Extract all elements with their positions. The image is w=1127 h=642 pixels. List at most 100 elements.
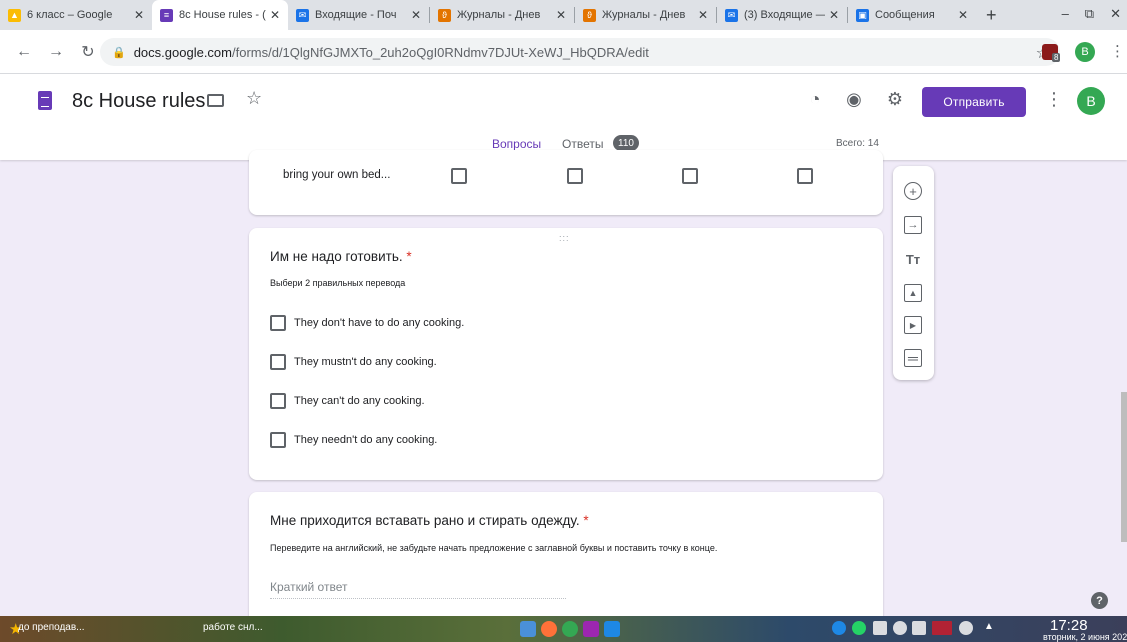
add-question-icon[interactable]: +: [904, 182, 922, 200]
option-label: They mustn't do any cooking.: [294, 356, 437, 368]
tray-expand-icon[interactable]: ▲: [984, 621, 994, 632]
taskbar-task[interactable]: работе снл...: [203, 622, 263, 633]
browser-tab[interactable]: ✉ (3) Входящие — ✕: [717, 0, 847, 30]
taskbar-task[interactable]: до преподав...: [18, 622, 85, 633]
address-bar: ← → ↻ 🔒 docs.google.com/forms/d/1QlgNfGJ…: [0, 30, 1127, 74]
tray-wifi-icon[interactable]: [959, 621, 973, 635]
form-title[interactable]: 8c House rules: [72, 90, 205, 113]
scrollbar[interactable]: [1121, 392, 1127, 542]
question-card-short-answer[interactable]: Мне приходится вставать рано и стирать о…: [249, 492, 883, 632]
option-label: They can't do any cooking.: [294, 395, 425, 407]
import-questions-icon[interactable]: →: [904, 216, 922, 234]
forms-header: 8c House rules ☆ ◔ ◉ ⚙ Отправить ⋮ B Воп…: [0, 74, 1127, 160]
close-window-icon[interactable]: ✕: [1110, 6, 1121, 22]
settings-gear-icon[interactable]: ⚙: [883, 89, 907, 113]
checkbox[interactable]: [270, 432, 286, 448]
close-icon[interactable]: ✕: [270, 8, 280, 22]
chrome-icon[interactable]: [562, 621, 578, 637]
browser-tab[interactable]: ϑ Журналы - Днев ✕: [575, 0, 716, 30]
app-icon[interactable]: [583, 621, 599, 637]
grid-checkbox[interactable]: [567, 168, 583, 184]
document-icon[interactable]: [604, 621, 620, 637]
question-title: Мне приходится вставать рано и стирать о…: [270, 513, 589, 528]
url-path: /forms/d/1QlgNfGJMXTo_2uh2oQgI0RNdmv7DJU…: [231, 44, 649, 60]
diary-icon: ϑ: [583, 8, 596, 22]
close-icon[interactable]: ✕: [411, 8, 421, 22]
preview-eye-icon[interactable]: ◉: [842, 89, 866, 113]
question-card-grid[interactable]: bring your own bed...: [249, 150, 883, 215]
url-field[interactable]: 🔒 docs.google.com/forms/d/1QlgNfGJMXTo_2…: [100, 38, 1060, 66]
question-title-text: Мне приходится вставать рано и стирать о…: [270, 513, 580, 528]
question-card-checkboxes[interactable]: ::: Им не надо готовить. * Выбери 2 прав…: [249, 228, 883, 480]
tray-whatsapp-icon[interactable]: [852, 621, 866, 635]
option-label: They needn't do any cooking.: [294, 434, 438, 446]
close-icon[interactable]: ✕: [958, 8, 968, 22]
browser-menu-icon[interactable]: ⋮: [1110, 42, 1125, 60]
mail-icon: ✉: [296, 8, 309, 22]
help-icon[interactable]: ?: [1091, 592, 1108, 609]
add-section-icon[interactable]: ═: [904, 349, 922, 367]
checkbox[interactable]: [270, 315, 286, 331]
grid-checkbox[interactable]: [797, 168, 813, 184]
browser-tab[interactable]: ▣ Сообщения ✕: [848, 0, 976, 30]
tray-volume-icon[interactable]: [893, 621, 907, 635]
back-icon[interactable]: ←: [12, 43, 36, 61]
browser-tab[interactable]: ▲ 6 класс – Google ✕: [0, 0, 152, 30]
checkbox-option[interactable]: They needn't do any cooking.: [270, 431, 437, 449]
checkbox[interactable]: [270, 393, 286, 409]
diary-icon: ϑ: [438, 8, 451, 22]
forward-icon[interactable]: →: [44, 43, 68, 61]
grid-checkbox[interactable]: [451, 168, 467, 184]
close-icon[interactable]: ✕: [134, 8, 144, 22]
grid-row-label: bring your own bed...: [283, 169, 391, 181]
star-icon[interactable]: ☆: [246, 88, 262, 109]
browser-tab-active[interactable]: ≡ 8c House rules - ( ✕: [152, 0, 288, 30]
short-answer-placeholder: Краткий ответ: [270, 580, 348, 594]
close-icon[interactable]: ✕: [698, 8, 708, 22]
checkbox[interactable]: [270, 354, 286, 370]
question-title: Им не надо готовить. *: [270, 249, 412, 264]
more-options-icon[interactable]: ⋮: [1045, 89, 1063, 110]
reload-icon[interactable]: ↻: [76, 42, 100, 62]
required-mark: *: [583, 513, 589, 528]
tab-questions[interactable]: Вопросы: [492, 137, 541, 151]
new-tab-button[interactable]: +: [976, 5, 1007, 26]
option-label: They don't have to do any cooking.: [294, 317, 465, 329]
browser-tab[interactable]: ϑ Журналы - Днев ✕: [430, 0, 574, 30]
profile-avatar[interactable]: B: [1075, 42, 1095, 62]
os-taskbar: ★ до преподав... работе снл... ▲ 17:28 в…: [0, 616, 1127, 642]
add-image-icon[interactable]: ▲: [904, 284, 922, 302]
grid-checkbox[interactable]: [682, 168, 698, 184]
send-button[interactable]: Отправить: [922, 87, 1026, 117]
firefox-icon[interactable]: [541, 621, 557, 637]
tab-label: 8c House rules - (: [179, 9, 266, 21]
tray-language-flag-icon[interactable]: [932, 621, 952, 635]
close-icon[interactable]: ✕: [829, 8, 839, 22]
add-title-icon[interactable]: Tт: [904, 250, 922, 268]
checkbox-option[interactable]: They don't have to do any cooking.: [270, 314, 464, 332]
browser-tab[interactable]: ✉ Входящие - Поч ✕: [288, 0, 429, 30]
answers-count-badge: 110: [613, 135, 639, 151]
google-drive-icon: ▲: [8, 8, 21, 22]
tray-clipboard-icon[interactable]: [873, 621, 887, 635]
checkbox-option[interactable]: They mustn't do any cooking.: [270, 353, 437, 371]
tab-answers[interactable]: Ответы: [562, 137, 603, 151]
avatar[interactable]: B: [1077, 87, 1105, 115]
google-forms-logo-icon[interactable]: [38, 91, 52, 110]
question-description: Переведите на английский, не забудьте на…: [270, 543, 718, 553]
tab-label: Журналы - Днев: [457, 9, 541, 21]
answer-underline: [270, 598, 566, 599]
minimize-icon[interactable]: –: [1062, 6, 1069, 22]
checkbox-option[interactable]: They can't do any cooking.: [270, 392, 425, 410]
file-manager-icon[interactable]: [520, 621, 536, 637]
add-video-icon[interactable]: ▶: [904, 316, 922, 334]
palette-icon[interactable]: ◔: [803, 89, 827, 113]
tray-battery-icon[interactable]: [912, 621, 926, 635]
question-toolbar: + → Tт ▲ ▶ ═: [893, 166, 934, 380]
tray-viber-icon[interactable]: [832, 621, 846, 635]
folder-icon[interactable]: [207, 94, 224, 107]
clock-date: вторник, 2 июня 2020: [1043, 632, 1127, 642]
close-icon[interactable]: ✕: [556, 8, 566, 22]
restore-icon[interactable]: ⧉: [1085, 6, 1094, 22]
drag-handle-icon[interactable]: :::: [559, 233, 570, 243]
